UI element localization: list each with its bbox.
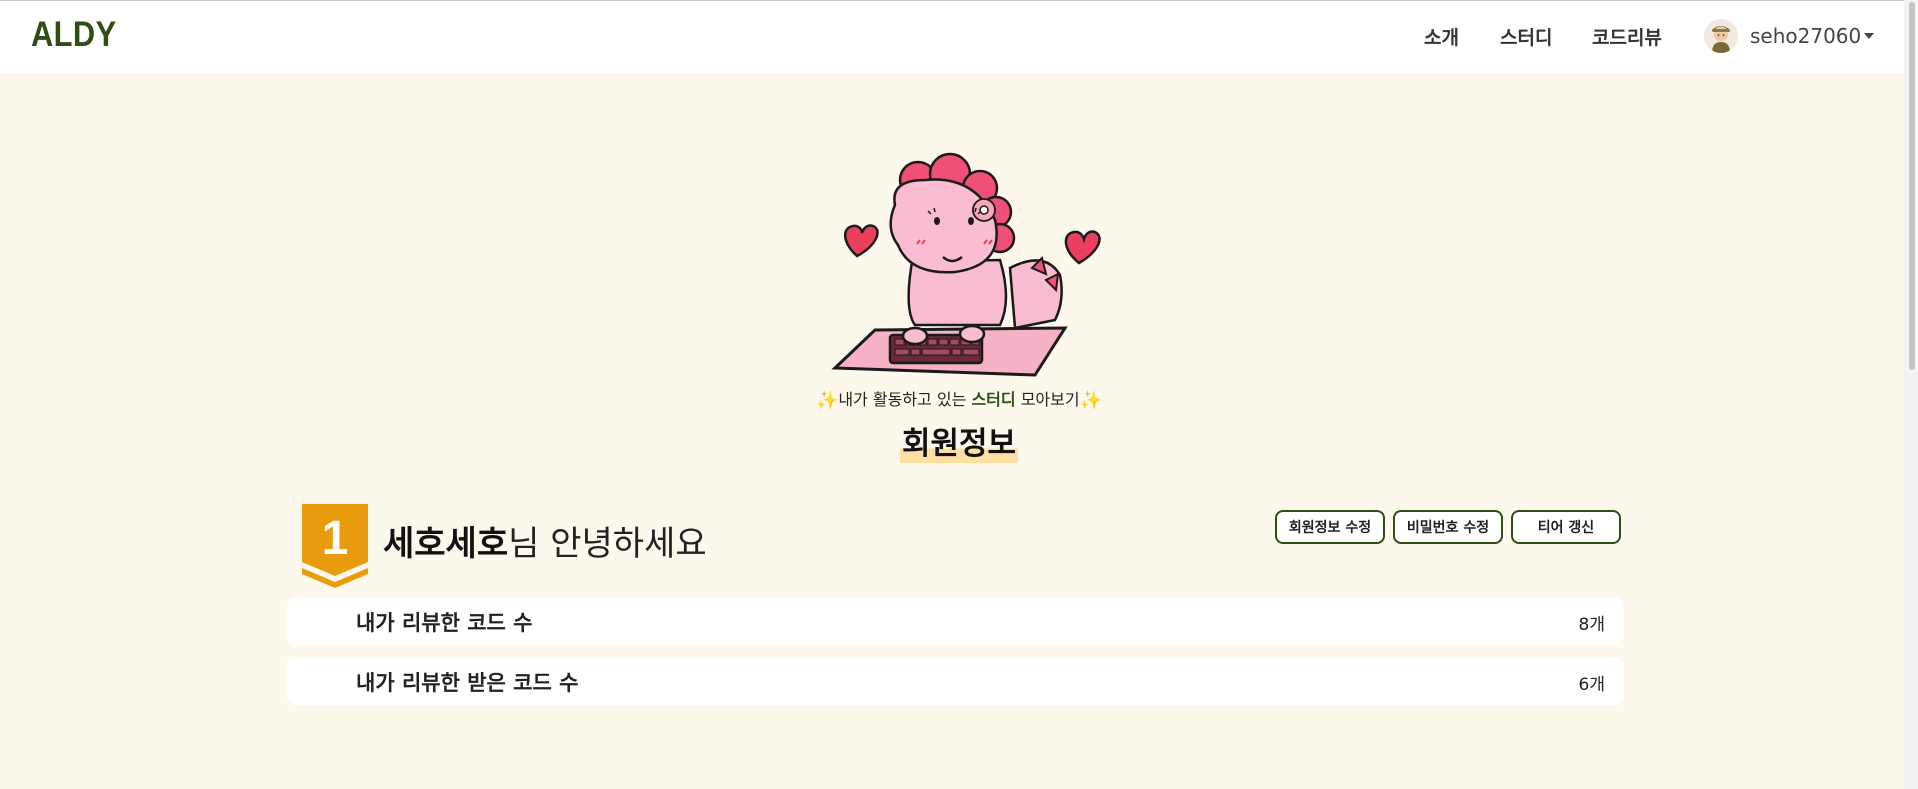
nav-link-code-review[interactable]: 코드리뷰 [1592, 23, 1662, 50]
refresh-tier-button[interactable]: 티어 갱신 [1511, 510, 1621, 544]
chevron-down-icon[interactable] [1864, 33, 1874, 39]
page-title: 회원정보 [899, 418, 1019, 463]
edit-profile-button[interactable]: 회원정보 수정 [1275, 510, 1385, 544]
navbar: ALDY 소개 스터디 코드리뷰 seho27060 [0, 1, 1918, 73]
nav-link-study[interactable]: 스터디 [1500, 23, 1552, 50]
sparkle-icon: ✨ [1079, 390, 1102, 411]
greeting: 세호세호님 안녕하세요 [383, 516, 707, 565]
stat-value: 6개 [1578, 675, 1605, 695]
avatar[interactable] [1704, 19, 1738, 53]
study-tagline: ✨내가 활동하고 있는 스터디 모아보기✨ [0, 386, 1918, 411]
tier-number: 1 [322, 512, 349, 565]
greeting-suffix: 님 안녕하세요 [508, 524, 707, 564]
dino-mascot-illustration [831, 152, 1101, 377]
sparkle-icon: ✨ [815, 390, 839, 411]
stat-row-reviewed: 내가 리뷰한 코드 수 8개 [287, 597, 1624, 645]
stat-label: 내가 리뷰한 받은 코드 수 [356, 671, 579, 695]
user-menu-toggle[interactable]: seho27060 [1750, 24, 1861, 48]
change-password-button[interactable]: 비밀번호 수정 [1393, 510, 1503, 544]
tier-badge: 1 [302, 504, 368, 588]
tagline-suffix: 모아보기 [1015, 390, 1080, 409]
stat-label: 내가 리뷰한 코드 수 [356, 611, 533, 635]
stat-row-received: 내가 리뷰한 받은 코드 수 6개 [287, 657, 1624, 705]
nickname: 세호세호 [383, 524, 509, 564]
tagline-prefix: 내가 활동하고 있는 [838, 390, 972, 409]
nav-link-intro[interactable]: 소개 [1424, 23, 1459, 50]
tagline-highlight: 스터디 [971, 390, 1016, 409]
logo[interactable]: ALDY [31, 15, 117, 55]
stat-value: 8개 [1578, 615, 1605, 635]
scrollbar-thumb[interactable] [1909, 2, 1915, 370]
